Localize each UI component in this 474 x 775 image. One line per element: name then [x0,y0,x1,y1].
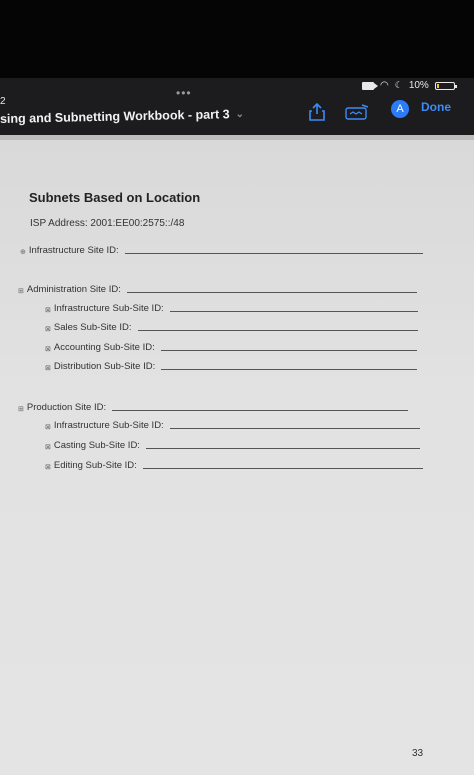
bullet-icon: ⊠ [45,424,51,431]
answer-line[interactable] [161,368,418,370]
chevron-down-icon: ⌄ [235,108,245,120]
wifi-icon: ◠ [380,80,389,91]
answer-line[interactable] [169,427,420,429]
done-button[interactable]: Done [421,100,451,114]
field-label: Production Site ID: [26,402,107,413]
list-item: ⊕ Infrastructure Site ID: [20,245,423,256]
page-title: Subnets Based on Location [29,190,201,205]
answer-line[interactable] [112,409,409,411]
list-item: ⊞ Production Site ID: [18,402,409,413]
status-bar: ◠ ☾ 10% [362,80,457,91]
field-label: Sales Sub-Site ID: [53,322,132,333]
field-label: Accounting Sub-Site ID: [53,342,155,353]
answer-line[interactable] [124,252,423,254]
list-item: ⊠ Sales Sub-Site ID: [45,322,418,333]
answer-line[interactable] [160,349,417,351]
list-item: ⊞ Administration Site ID: [18,284,417,295]
battery-percent: 10% [408,80,429,91]
list-item: ⊠ Editing Sub-Site ID: [45,460,423,471]
field-label: Infrastructure Site ID: [28,245,119,256]
answer-line[interactable] [142,467,423,469]
field-label: Distribution Sub-Site ID: [53,361,156,372]
screen-record-icon [362,81,378,90]
bullet-icon: ⊞ [18,406,24,413]
answer-line[interactable] [169,310,418,312]
moon-icon: ☾ [394,80,403,90]
field-label: Administration Site ID: [26,284,121,295]
markup-icon[interactable] [345,104,369,120]
document-page: Subnets Based on Location ISP Address: 2… [0,135,474,775]
answer-line[interactable] [126,291,417,293]
answer-line[interactable] [137,329,418,331]
battery-icon [434,81,457,90]
page-edge [0,135,474,140]
field-label: Infrastructure Sub-Site ID: [53,303,164,314]
list-item: ⊠ Infrastructure Sub-Site ID: [45,420,420,431]
page-number: 33 [412,748,424,759]
bullet-icon: ⊠ [45,464,51,471]
bullet-icon: ⊠ [45,444,51,451]
field-label: Infrastructure Sub-Site ID: [53,420,164,431]
field-label: Editing Sub-Site ID: [53,460,137,471]
document-title: sing and Subnetting Workbook - part 3 [0,107,230,126]
isp-address: ISP Address: 2001:EE00:2575::/48 [30,218,185,229]
status-time: 2 [0,96,6,107]
share-icon[interactable] [308,102,326,122]
bullet-icon: ⊠ [45,307,51,314]
bullet-icon: ⊠ [45,326,51,333]
bullet-icon: ⊠ [45,365,51,372]
list-item: ⊠ Infrastructure Sub-Site ID: [45,303,418,314]
bullet-icon: ⊕ [20,249,26,256]
document-title-menu[interactable]: sing and Subnetting Workbook - part 3 ⌄ [0,107,244,126]
bullet-icon: ⊠ [45,346,51,353]
answer-line[interactable] [145,447,420,449]
bullet-icon: ⊞ [18,288,24,295]
list-item: ⊠ Accounting Sub-Site ID: [45,342,417,353]
avatar[interactable]: A [391,100,409,118]
list-item: ⊠ Distribution Sub-Site ID: [45,361,418,372]
field-label: Casting Sub-Site ID: [53,440,140,451]
multitask-dots-icon[interactable]: ••• [176,86,192,100]
list-item: ⊠ Casting Sub-Site ID: [45,440,420,451]
